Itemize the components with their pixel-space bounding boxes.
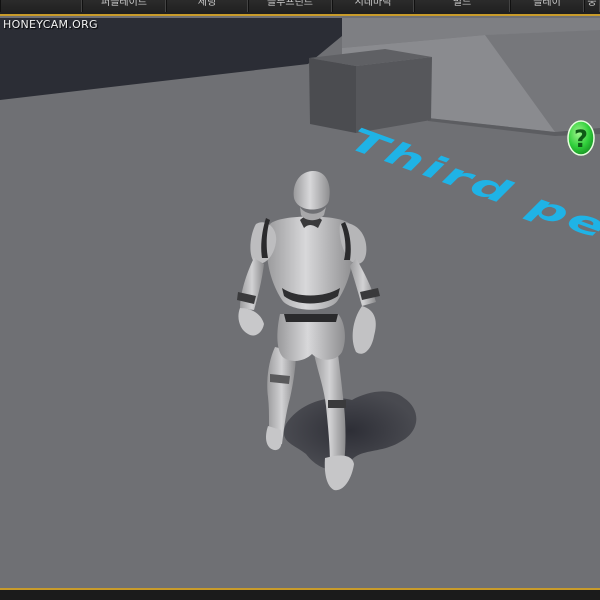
toolbar-button-1[interactable]: 퍼블레이트 [82, 0, 166, 12]
bottom-bar [0, 588, 600, 600]
toolbar-button-label: 플레이 [533, 0, 561, 8]
help-icon-glyph: ? [574, 125, 588, 153]
cinematics-button[interactable]: 시네마틱 [332, 0, 414, 12]
toolbar-button-label: 빌드 [452, 0, 472, 8]
help-icon[interactable]: ? [567, 120, 595, 156]
scene-render: Third pe ? [0, 16, 600, 590]
editor-toolbar: 퍼블레이트 세팅 블루프린트 시네마틱 빌드 플레이 중 [0, 0, 600, 15]
toolbar-button-label: 블루프린트 [267, 0, 313, 8]
launch-button[interactable]: 중 [584, 0, 600, 12]
cube-front [309, 58, 356, 133]
settings-button[interactable]: 세팅 [166, 0, 248, 12]
watermark: HONEYCAM.ORG [3, 18, 98, 31]
toolbar-spacer [0, 0, 82, 12]
play-button[interactable]: 플레이 [510, 0, 584, 12]
toolbar-button-label: 시네마틱 [354, 0, 392, 8]
game-viewport[interactable]: Third pe ? HONEYCAM.ORG [0, 14, 600, 590]
build-button[interactable]: 빌드 [414, 0, 510, 12]
toolbar-button-label: 중 [587, 0, 597, 8]
toolbar-button-label: 퍼블레이트 [101, 0, 147, 8]
toolbar-button-label: 세팅 [197, 0, 217, 8]
cube-side [356, 57, 432, 133]
blueprints-button[interactable]: 블루프린트 [248, 0, 332, 12]
